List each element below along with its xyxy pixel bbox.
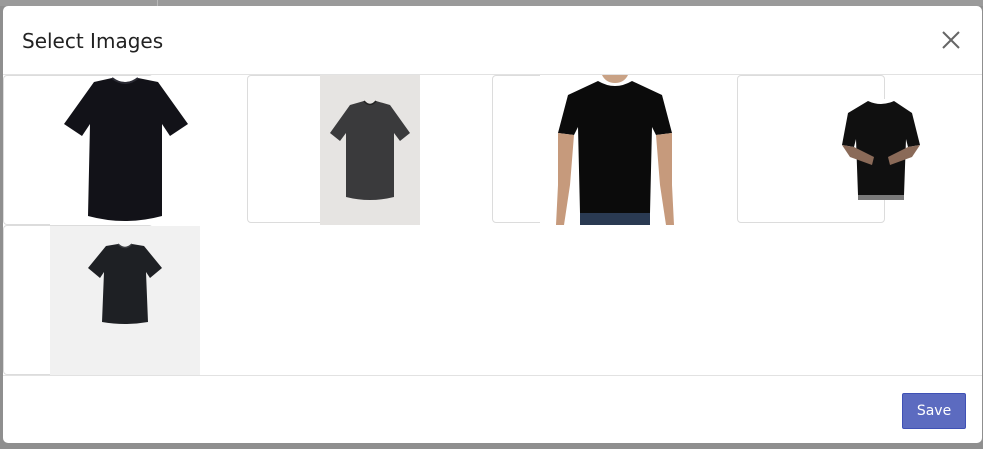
dialog-header: Select Images — [3, 6, 982, 75]
image-card[interactable] — [247, 75, 420, 225]
image-card[interactable] — [492, 75, 690, 225]
image-card[interactable] — [3, 225, 200, 376]
image-thumbnail — [50, 76, 200, 226]
image-thumbnail — [838, 99, 924, 200]
image-thumbnail — [50, 226, 200, 376]
close-icon[interactable] — [939, 28, 963, 52]
image-card[interactable] — [737, 75, 924, 223]
image-card[interactable] — [3, 75, 200, 226]
image-grid — [3, 75, 982, 376]
image-thumbnail — [320, 75, 420, 225]
image-thumbnail — [540, 75, 690, 225]
select-images-dialog: Select Images Save — [3, 6, 982, 443]
dialog-title: Select Images — [22, 29, 164, 53]
dialog-footer: Save — [3, 375, 982, 443]
save-button[interactable]: Save — [902, 393, 966, 429]
